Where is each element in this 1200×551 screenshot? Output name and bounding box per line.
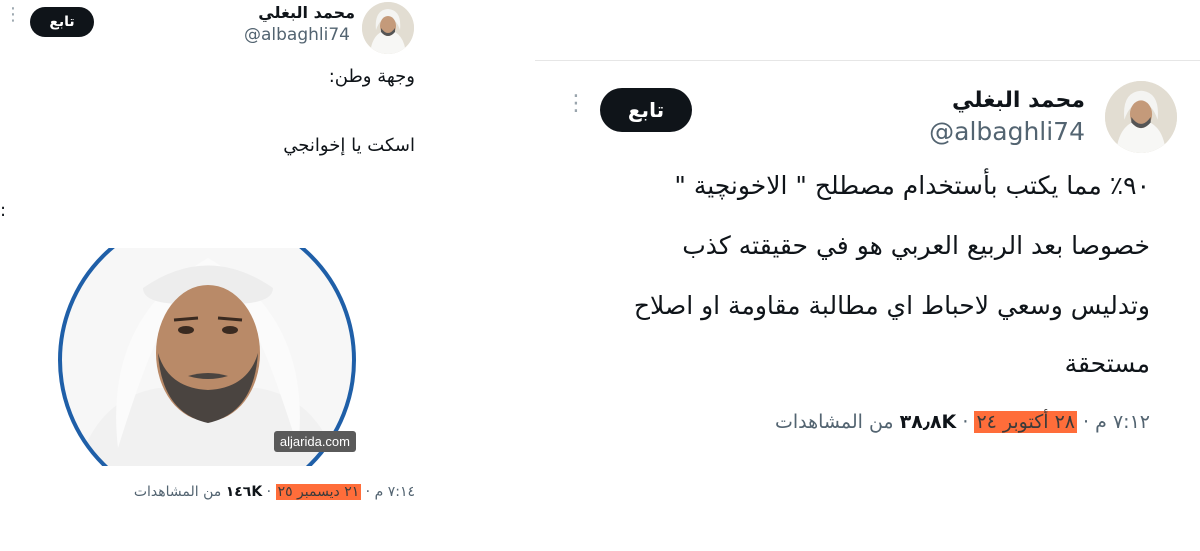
- views-count: ٣٨٫٨K: [899, 411, 957, 433]
- views-count: ١٤٦K: [225, 484, 263, 500]
- right-tweet-card: ⋮ تابع محمد البغلي @albaghli74 ٩٠٪ مما ي…: [535, 60, 1200, 551]
- left-tweet-card: ⋮ تابع محمد البغلي @albaghli74 وجهة وطن:…: [0, 0, 430, 550]
- views-label: من المشاهدات: [133, 484, 222, 500]
- tweet-text-line: خصوصا بعد الربيع العربي هو في حقيقته كذب: [682, 231, 1150, 260]
- user-handle[interactable]: @albaghli74: [929, 117, 1085, 146]
- tweet-date[interactable]: ٢١ ديسمبر ٢٥: [275, 484, 362, 500]
- tweet-image[interactable]: aljarida.com: [58, 248, 356, 466]
- tweet-text-line: وتدليس وسعي لاحباط اي مطالبة مقاومة او ا…: [633, 291, 1150, 320]
- tweet-text-line: اسكت يا إخوانجي: [283, 135, 415, 156]
- avatar[interactable]: [362, 2, 414, 54]
- edge-colon: :: [0, 200, 7, 221]
- meta-dot: ·: [1077, 411, 1090, 433]
- more-options-icon[interactable]: ⋮: [565, 93, 587, 124]
- image-watermark: aljarida.com: [273, 431, 356, 452]
- meta-dot: ·: [262, 484, 272, 500]
- user-handle[interactable]: @albaghli74: [244, 25, 350, 45]
- tweet-meta: ٧:١٤ م · ٢١ ديسمبر ٢٥ · ١٤٦K من المشاهدا…: [134, 484, 415, 500]
- tweet-meta: ٧:١٢ م · ٢٨ أكتوبر ٢٤ · ٣٨٫٨K من المشاهد…: [775, 411, 1150, 433]
- tweet-text-line: مستحقة: [1064, 349, 1150, 378]
- meta-dot: ·: [361, 484, 371, 500]
- follow-button[interactable]: تابع: [30, 7, 94, 37]
- tweet-date[interactable]: ٢٨ أكتوبر ٢٤: [974, 411, 1078, 433]
- tweet-text-line: وجهة وطن:: [328, 66, 415, 87]
- views-label: من المشاهدات: [774, 411, 894, 433]
- more-options-icon[interactable]: ⋮: [4, 6, 22, 32]
- meta-dot: ·: [956, 411, 969, 433]
- tweet-time[interactable]: ٧:١٤ م: [375, 484, 415, 500]
- display-name[interactable]: محمد البغلي: [952, 88, 1085, 113]
- tweet-time[interactable]: ٧:١٢ م: [1095, 411, 1150, 433]
- follow-button[interactable]: تابع: [600, 88, 692, 132]
- display-name[interactable]: محمد البغلي: [258, 3, 355, 22]
- avatar[interactable]: [1105, 81, 1177, 153]
- tweet-text-line: ٩٠٪ مما يكتب بأستخدام مصطلح " الاخونچية …: [674, 171, 1150, 200]
